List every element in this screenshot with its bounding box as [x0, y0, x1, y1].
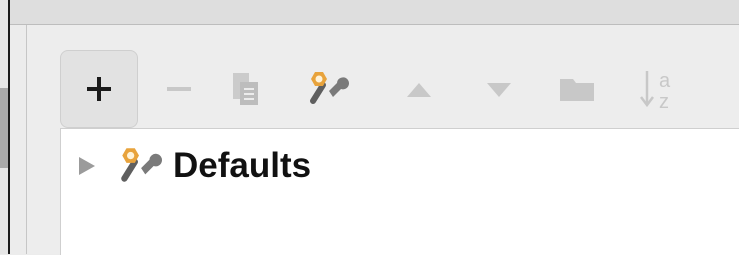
- tree-item-label: Defaults: [173, 146, 312, 185]
- move-up-button[interactable]: [380, 50, 458, 128]
- left-edge-border: [8, 0, 10, 254]
- folder-icon: [560, 79, 594, 101]
- window-left-edge: [0, 0, 10, 254]
- tree-item-defaults[interactable]: Defaults: [75, 143, 311, 189]
- configurations-tree[interactable]: Defaults: [60, 128, 739, 255]
- wrench-icon: [310, 72, 349, 104]
- triangle-down-icon: [487, 83, 511, 97]
- sort-alpha-icon: a z: [640, 70, 671, 113]
- defaults-wrench-icon: [121, 148, 162, 182]
- triangle-up-icon: [407, 83, 431, 97]
- copy-button[interactable]: [208, 50, 286, 128]
- move-down-button[interactable]: [460, 50, 538, 128]
- expand-arrow-icon[interactable]: [75, 153, 97, 179]
- folder-button[interactable]: [538, 50, 616, 128]
- svg-text:z: z: [659, 91, 669, 113]
- add-button[interactable]: [60, 50, 138, 128]
- edit-defaults-button[interactable]: [288, 50, 366, 128]
- window-top-edge: [10, 0, 739, 25]
- svg-text:a: a: [659, 70, 671, 92]
- sort-button[interactable]: a z: [620, 50, 698, 128]
- left-edge-highlight: [0, 88, 8, 168]
- minus-icon: [167, 87, 191, 91]
- copy-icon: [233, 73, 258, 105]
- plus-icon: [87, 77, 111, 101]
- remove-button[interactable]: [140, 50, 218, 128]
